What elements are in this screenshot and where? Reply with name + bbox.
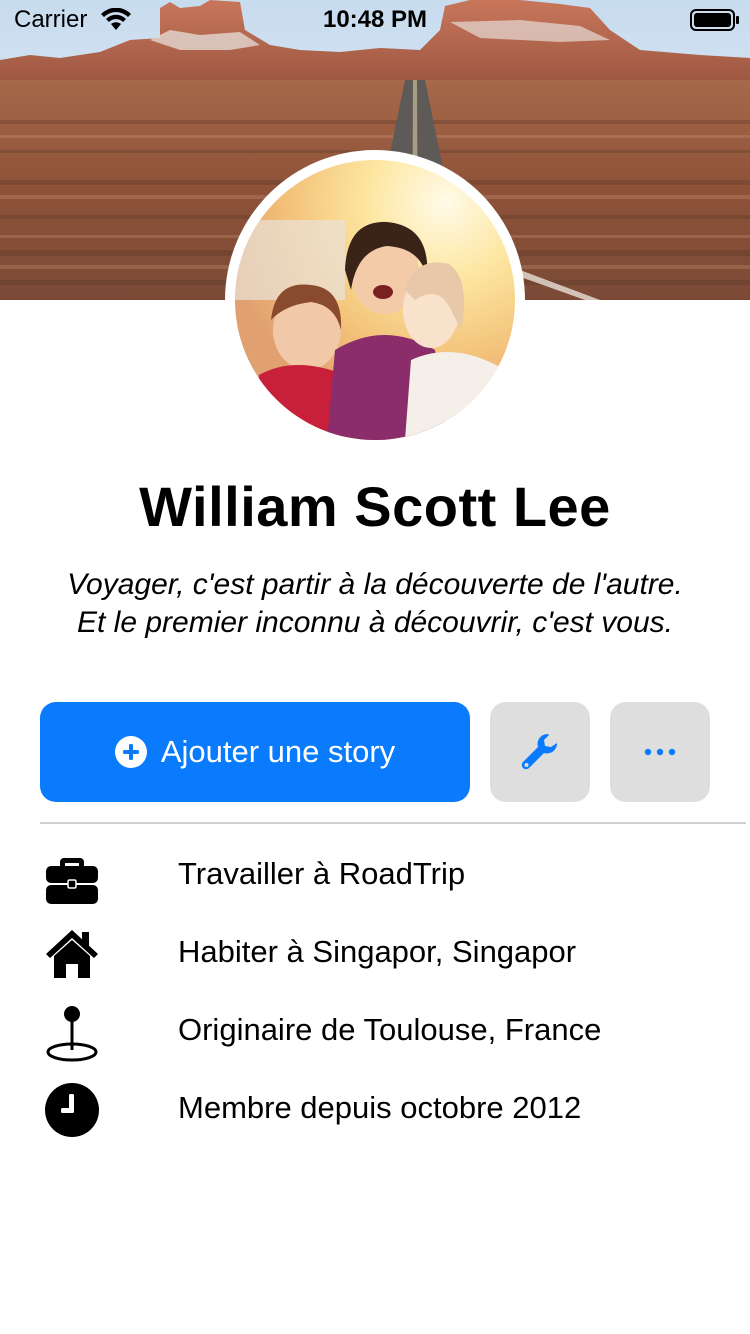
info-text-origin: Originaire de Toulouse, France bbox=[178, 1012, 602, 1047]
info-text-member-since: Membre depuis octobre 2012 bbox=[178, 1090, 582, 1125]
profile-screen: Carrier 10:48 PM William Scott Lee Voyag… bbox=[0, 0, 750, 1334]
info-item-member-since: Membre depuis octobre 2012 bbox=[0, 1076, 750, 1146]
divider bbox=[40, 822, 746, 824]
add-story-label: Ajouter une story bbox=[160, 734, 396, 769]
location-pin-icon bbox=[46, 1006, 98, 1062]
wrench-icon bbox=[521, 733, 558, 770]
profile-name: William Scott Lee bbox=[139, 475, 611, 538]
status-bar: Carrier 10:48 PM bbox=[0, 0, 750, 40]
briefcase-icon bbox=[46, 858, 98, 904]
plus-circle-icon bbox=[114, 736, 147, 768]
add-story-button[interactable]: Ajouter une story bbox=[40, 702, 470, 802]
ellipsis-icon bbox=[644, 748, 676, 756]
more-options-button[interactable] bbox=[610, 702, 710, 802]
info-text-home: Habiter à Singapor, Singapor bbox=[178, 934, 577, 969]
profile-avatar[interactable] bbox=[225, 150, 525, 450]
profile-bio: Voyager, c'est partir à la découverte de… bbox=[67, 568, 683, 639]
info-item-origin: Originaire de Toulouse, France bbox=[0, 998, 750, 1068]
clock-icon bbox=[45, 1083, 99, 1137]
info-item-home: Habiter à Singapor, Singapor bbox=[0, 920, 750, 990]
edit-profile-button[interactable] bbox=[490, 702, 590, 802]
home-icon bbox=[46, 930, 98, 978]
info-item-work: Travailler à RoadTrip bbox=[0, 842, 750, 912]
info-text-work: Travailler à RoadTrip bbox=[178, 856, 466, 891]
battery-icon bbox=[690, 9, 739, 31]
clock-time: 10:48 PM bbox=[322, 6, 428, 33]
